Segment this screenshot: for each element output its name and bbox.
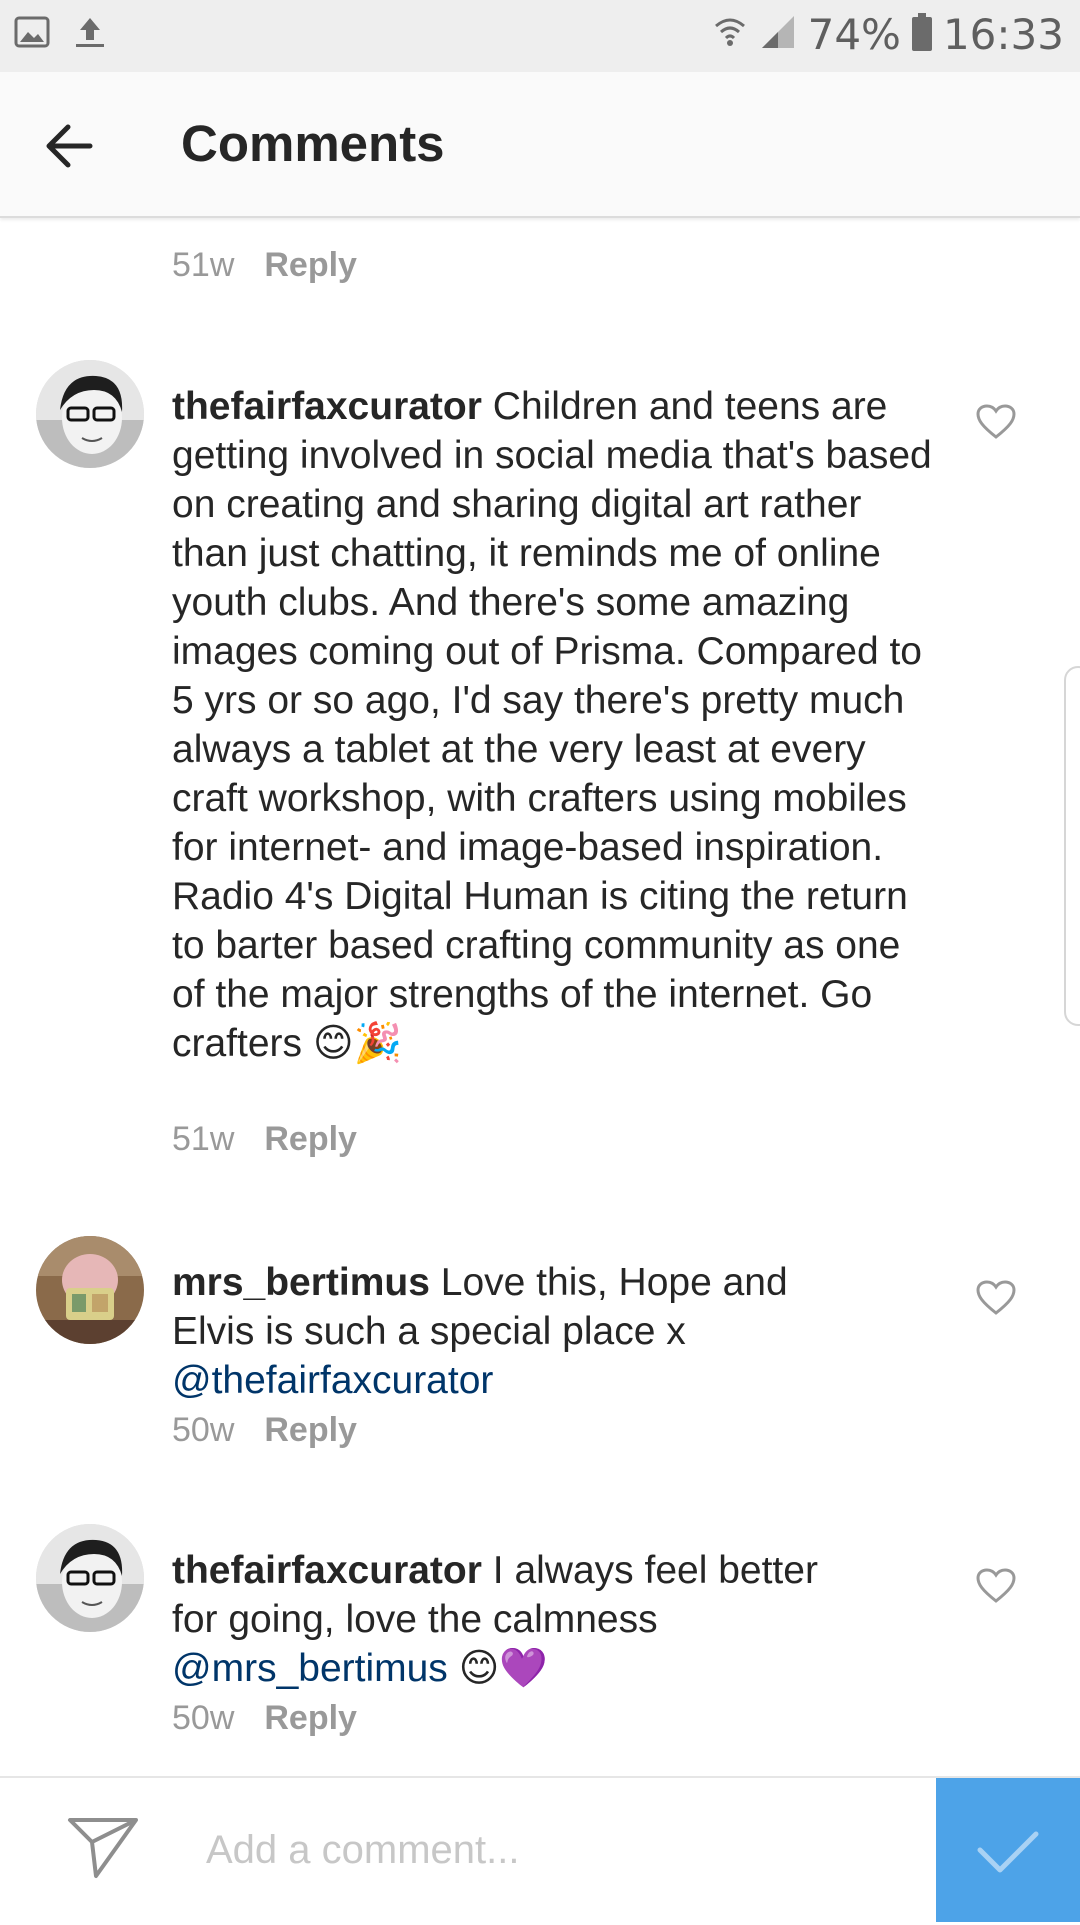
comment-age: 51w [172, 246, 235, 284]
comment-body: thefairfaxcurator Children and teens are… [172, 382, 942, 1068]
reply-button[interactable]: Reply [264, 1699, 357, 1738]
comment-composer [0, 1776, 1080, 1922]
app-bar: Comments [0, 72, 1080, 218]
like-button[interactable] [976, 1568, 1016, 1604]
comment-meta: 51w Reply [172, 246, 357, 285]
back-button[interactable] [40, 116, 100, 176]
like-button[interactable] [976, 1280, 1016, 1316]
comment-input[interactable] [204, 1812, 908, 1888]
reply-button[interactable]: Reply [264, 1411, 357, 1450]
arrow-left-icon [46, 124, 93, 168]
comment-body: thefairfaxcurator I always feel better f… [172, 1546, 852, 1693]
reply-button[interactable]: Reply [264, 1120, 357, 1159]
comment-emojis: 😊🎉 [312, 1021, 403, 1066]
comment-age: 50w [172, 1699, 235, 1737]
comment-mention[interactable]: @thefairfaxcurator [172, 1359, 493, 1402]
clock: 16:33 [942, 10, 1064, 59]
comment-age: 51w [172, 1120, 235, 1158]
heart-icon [976, 404, 1016, 439]
avatar[interactable] [36, 1524, 144, 1632]
battery-percent: 74% [807, 10, 901, 59]
comments-list[interactable]: 51w Reply thefairfaxcurator Children and… [0, 216, 1080, 1776]
comment-meta: 51w Reply [172, 1120, 357, 1159]
comment-username[interactable]: thefairfaxcurator [172, 385, 482, 428]
battery-icon [911, 12, 933, 57]
comment-meta: 50w Reply [172, 1699, 357, 1738]
page-title: Comments [181, 115, 445, 172]
comment-text: Children and teens are getting involved … [172, 385, 932, 1065]
comment-body: mrs_bertimus Love this, Hope and Elvis i… [172, 1258, 812, 1405]
comment-mention[interactable]: @mrs_bertimus [172, 1647, 448, 1690]
comment-username[interactable]: mrs_bertimus [172, 1261, 430, 1304]
heart-icon [976, 1280, 1016, 1315]
post-comment-button[interactable] [936, 1778, 1080, 1922]
wifi-icon [712, 14, 748, 55]
avatar[interactable] [36, 1236, 144, 1344]
heart-icon [976, 1568, 1016, 1603]
reply-button[interactable]: Reply [264, 246, 357, 285]
comment-username[interactable]: thefairfaxcurator [172, 1549, 482, 1592]
paper-plane-icon[interactable] [66, 1814, 140, 1880]
scroll-edge-handle[interactable] [1064, 666, 1080, 1026]
like-button[interactable] [976, 404, 1016, 440]
gallery-icon [14, 14, 50, 55]
signal-icon [758, 12, 798, 57]
status-bar: 74% 16:33 [0, 0, 1080, 72]
avatar[interactable] [36, 360, 144, 468]
comment-emojis: 😊💜 [458, 1646, 548, 1691]
comment-age: 50w [172, 1411, 235, 1449]
upload-icon [72, 14, 108, 55]
comment-meta: 50w Reply [172, 1411, 357, 1450]
checkmark-icon [977, 1831, 1039, 1873]
